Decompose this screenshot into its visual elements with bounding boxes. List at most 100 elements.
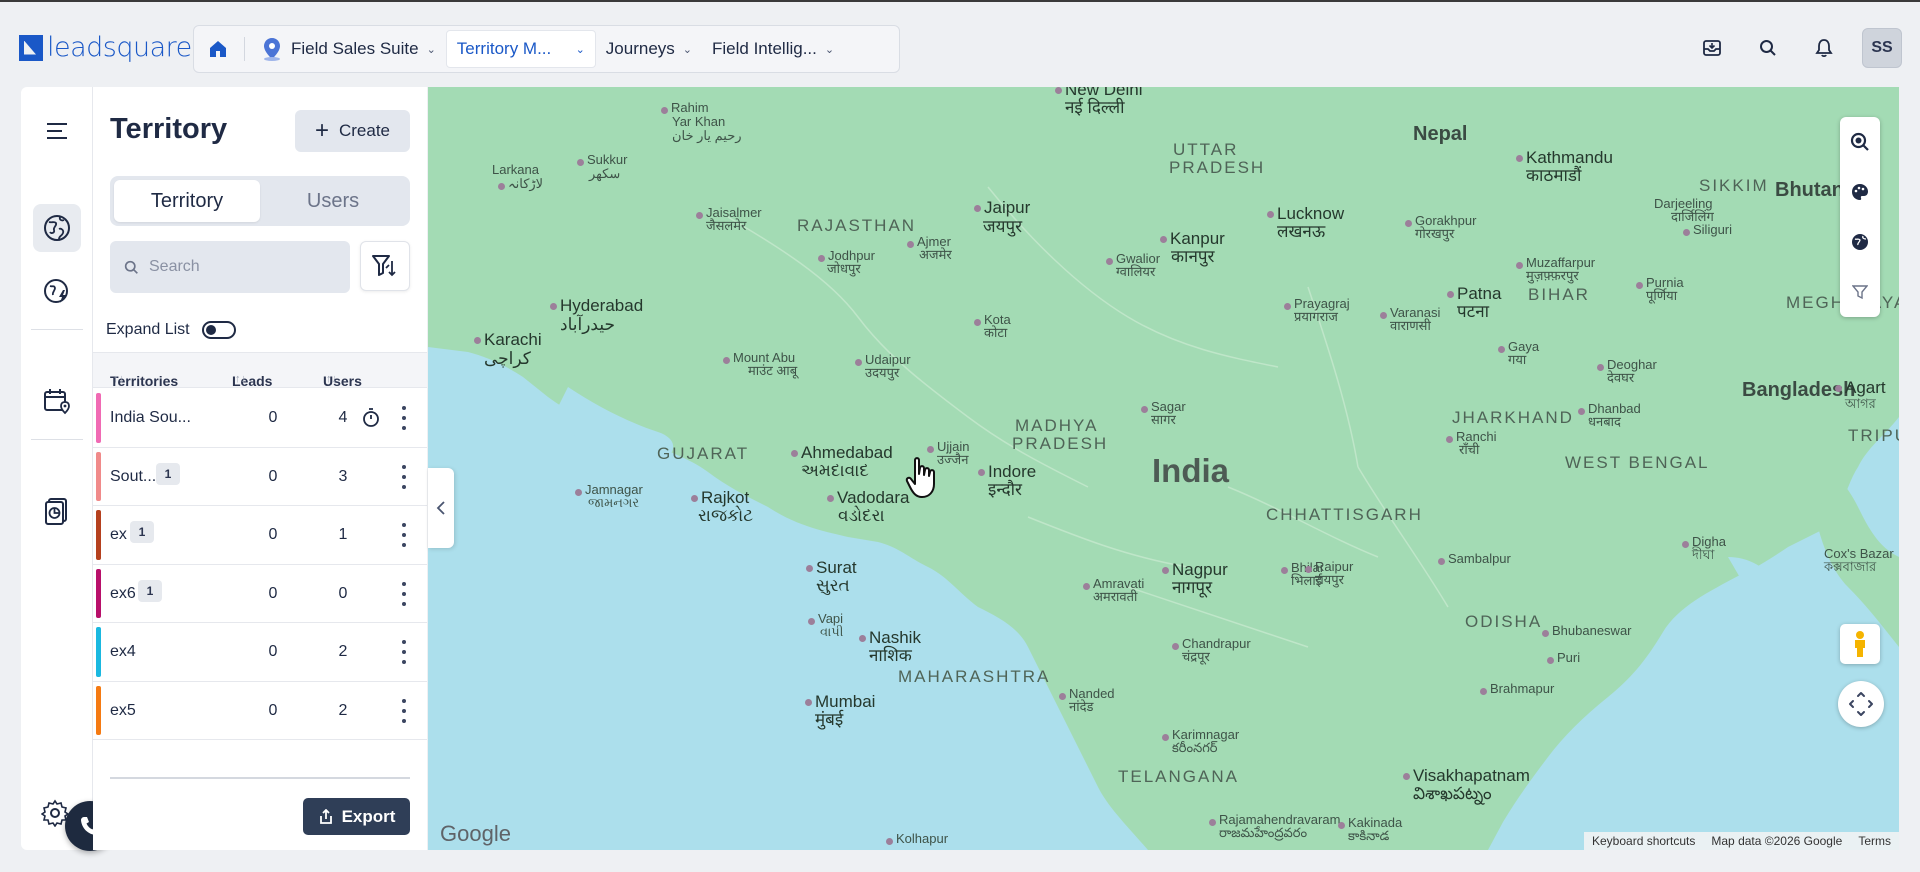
- inbox-icon: [1703, 40, 1721, 56]
- row-more-options-button[interactable]: [401, 640, 407, 664]
- row-more-options-button[interactable]: [401, 406, 407, 430]
- city-marker: [1305, 566, 1312, 573]
- tab-territory[interactable]: Territory: [114, 180, 260, 222]
- brand-logo[interactable]: leadsquared: [19, 32, 209, 63]
- map-data-credit: Map data ©2026 Google: [1711, 834, 1843, 848]
- row-more-options-button[interactable]: [401, 581, 407, 606]
- map-palette-button[interactable]: [1840, 167, 1880, 217]
- map-filter-button[interactable]: [1840, 267, 1880, 317]
- rail-divider: [31, 439, 83, 440]
- city-marker: [1480, 688, 1487, 695]
- city-marker: [907, 241, 914, 248]
- leads-count: 0: [268, 526, 278, 543]
- city-marker: [550, 303, 557, 310]
- rail-calendar-button[interactable]: [33, 377, 81, 425]
- territory-row[interactable]: ex 1 0 1: [93, 506, 427, 565]
- territory-map[interactable]: New Delhi नई दिल्ली Rahim Yar Khan رحیم یار …: [428, 87, 1899, 850]
- users-count: 2: [338, 701, 348, 719]
- city-marker: [886, 838, 893, 845]
- map-label-pradesh: PRADESH: [1169, 158, 1266, 177]
- map-label-kota-hi: कोटा: [984, 325, 1008, 340]
- map-label-lucknow: Lucknow: [1277, 204, 1345, 223]
- city-marker: [1405, 220, 1412, 227]
- map-label-prayagraj-hi: प्रयागराज: [1294, 309, 1338, 324]
- map-label-jamnagar-gu: જામનગર: [588, 495, 640, 510]
- home-button[interactable]: [198, 30, 238, 68]
- map-label-nashik: Nashik: [869, 628, 921, 647]
- search-button[interactable]: [1748, 28, 1788, 68]
- keyboard-shortcuts-link[interactable]: Keyboard shortcuts: [1584, 832, 1703, 850]
- city-marker: [474, 337, 481, 344]
- notifications-button[interactable]: [1804, 28, 1844, 68]
- map-label-sikkim: SIKKIM: [1699, 176, 1769, 195]
- row-more-options-button[interactable]: [401, 698, 407, 723]
- map-label-surat: Surat: [816, 558, 857, 577]
- map-label-new-delhi-hi: नई दिल्ली: [1065, 98, 1125, 117]
- search-box: [110, 241, 350, 293]
- map-label-jaisalmer-hi: जैसलमेर: [706, 218, 747, 233]
- menu-button[interactable]: [33, 107, 81, 155]
- nav-field-sales-suite[interactable]: Field Sales Suite ⌄: [251, 30, 446, 68]
- map-label-kanpur: Kanpur: [1170, 229, 1225, 248]
- map-label-mumbai: Mumbai: [815, 692, 876, 711]
- city-marker: [805, 699, 812, 706]
- row-more-options-button[interactable]: [401, 523, 407, 547]
- map-label-brahmapur: Brahmapur: [1490, 681, 1555, 696]
- top-bar: leadsquared Field Sales Suite ⌄ Territor…: [0, 0, 1920, 86]
- map-label-surat-gu: સુરત: [816, 576, 850, 595]
- nav-field-intelligence[interactable]: Field Intellig... ⌄: [702, 30, 844, 68]
- row-more-options-button[interactable]: [401, 464, 407, 489]
- map-label-indore: Indore: [988, 462, 1037, 481]
- create-label: Create: [338, 121, 391, 140]
- leads-count: 0: [268, 409, 278, 426]
- recenter-map-button[interactable]: [1838, 681, 1884, 727]
- map-label-vadodara: Vadodara: [837, 488, 910, 507]
- terms-link[interactable]: Terms: [1850, 832, 1899, 850]
- tab-users[interactable]: Users: [260, 180, 406, 222]
- territory-row[interactable]: ex5 0 2: [93, 682, 427, 740]
- map-label-amravati-hi: अमरावती: [1093, 589, 1138, 604]
- bell-icon: [1815, 39, 1833, 58]
- export-button[interactable]: Export: [303, 798, 410, 835]
- city-marker: [808, 618, 815, 625]
- territory-row[interactable]: ex4 0 2: [93, 623, 427, 682]
- collapse-panel-button[interactable]: [428, 468, 454, 548]
- filter-sort-icon: [372, 255, 396, 277]
- map-label-jaipur: Jaipur: [984, 198, 1031, 217]
- territory-row[interactable]: Sout... 1 0 3: [93, 448, 427, 506]
- rail-territory-button[interactable]: [33, 204, 81, 252]
- city-marker: [1578, 408, 1585, 415]
- map-label-chandrapur-mr: चंद्रपूर: [1182, 649, 1210, 664]
- street-view-button[interactable]: [1840, 624, 1880, 664]
- nav-journeys[interactable]: Journeys ⌄: [596, 30, 702, 68]
- map-label-gaya-hi: गया: [1508, 352, 1527, 367]
- globe-icon: [1852, 234, 1868, 250]
- leads-count: 0: [268, 584, 278, 602]
- city-marker: [1281, 567, 1288, 574]
- city-marker: [1835, 385, 1842, 392]
- create-button[interactable]: + Create: [295, 110, 410, 152]
- filter-sort-button[interactable]: [360, 241, 410, 291]
- city-marker: [1267, 211, 1274, 218]
- chevron-down-icon: ⌄: [682, 43, 692, 56]
- globe-territory-icon: [44, 215, 70, 241]
- panel-divider: [110, 777, 410, 779]
- map-label-lucknow-hi: लखनऊ: [1277, 222, 1326, 241]
- search-input[interactable]: [149, 258, 329, 276]
- territory-row[interactable]: ex6 1 0 0: [93, 565, 427, 623]
- user-avatar[interactable]: SS: [1862, 28, 1902, 68]
- territory-row[interactable]: India Sou... 0 4: [93, 389, 427, 448]
- map-globe-button[interactable]: [1840, 217, 1880, 267]
- inbox-button[interactable]: [1692, 28, 1732, 68]
- nav-territory-management[interactable]: Territory M... ⌄: [445, 30, 596, 68]
- expand-list-toggle[interactable]: [201, 321, 236, 339]
- map-label-india: India: [1152, 452, 1230, 489]
- rail-field-intelligence-button[interactable]: [33, 267, 81, 315]
- nav-label: Field Intellig...: [712, 39, 817, 58]
- map-label-maharashtra: MAHARASHTRA: [898, 667, 1051, 686]
- map-label-kakinada-te: కాకినాడ: [1348, 828, 1390, 843]
- rail-reports-button[interactable]: [33, 487, 81, 535]
- chevron-down-icon: ⌄: [426, 43, 436, 56]
- map-tools: [1840, 117, 1880, 317]
- map-zoom-search-button[interactable]: [1840, 117, 1880, 167]
